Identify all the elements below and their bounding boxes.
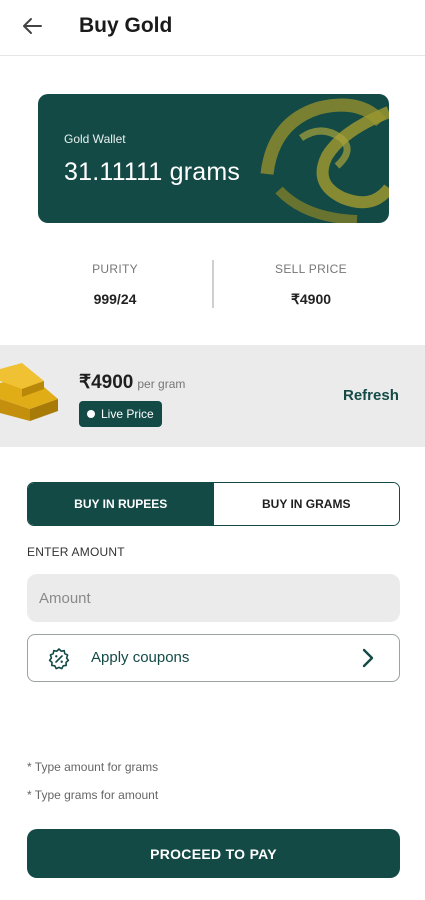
hint-grams-for-amount: * Type grams for amount: [27, 788, 159, 802]
hint-amount-for-grams: * Type amount for grams: [27, 760, 159, 774]
arrow-left-icon: [23, 18, 42, 34]
stat-divider: [212, 260, 214, 308]
wallet-label: Gold Wallet: [64, 132, 126, 146]
brand-logo: [260, 98, 389, 223]
sell-price-label: SELL PRICE: [275, 262, 347, 276]
price-value: ₹4900: [79, 372, 134, 393]
back-button[interactable]: [18, 12, 46, 40]
app-header: Buy Gold: [0, 0, 425, 56]
page-title: Buy Gold: [79, 14, 173, 37]
price-unit: per gram: [137, 377, 186, 391]
purity-stat: PURITY 999/24: [25, 262, 205, 307]
price-per-gram: ₹4900 per gram: [79, 371, 185, 394]
buy-in-grams-tab[interactable]: BUY IN GRAMS: [213, 483, 399, 525]
apply-coupons-button[interactable]: Apply coupons: [27, 634, 400, 682]
buy-mode-toggle: BUY IN RUPEES BUY IN GRAMS: [27, 482, 400, 526]
gold-stats: PURITY 999/24 SELL PRICE ₹4900: [0, 252, 425, 316]
enter-amount-label: ENTER AMOUNT: [27, 545, 125, 559]
purity-value: 999/24: [93, 291, 137, 307]
proceed-to-pay-button[interactable]: PROCEED TO PAY: [27, 829, 400, 878]
chevron-right-icon: [362, 648, 374, 668]
sell-price-stat: SELL PRICE ₹4900: [221, 262, 401, 308]
live-price-label: Live Price: [101, 407, 154, 421]
apply-coupons-label: Apply coupons: [91, 649, 190, 666]
live-dot-icon: [87, 410, 95, 418]
buy-in-rupees-tab[interactable]: BUY IN RUPEES: [28, 483, 214, 525]
refresh-button[interactable]: Refresh: [343, 387, 399, 404]
wallet-balance: 31.11111 grams: [64, 158, 241, 186]
amount-input[interactable]: [27, 574, 400, 622]
live-price-badge: Live Price: [79, 401, 162, 427]
live-price-band: ₹4900 per gram Live Price Refresh: [0, 345, 425, 447]
gold-wallet-card: Gold Wallet 31.11111 grams: [38, 94, 389, 223]
discount-badge-icon: [48, 648, 70, 670]
purity-label: PURITY: [92, 262, 138, 276]
gold-bars-icon: [0, 363, 58, 421]
sell-price-value: ₹4900: [290, 291, 332, 307]
